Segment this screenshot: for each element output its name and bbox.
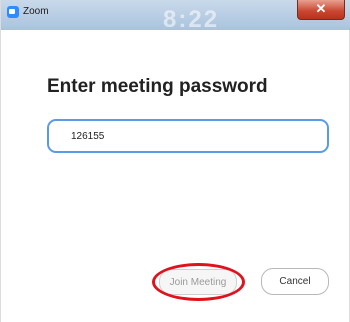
cancel-button[interactable]: Cancel <box>261 268 329 295</box>
title-bar: 8:22 Zoom ✕ <box>1 0 350 30</box>
dialog-heading: Enter meeting password <box>47 76 268 97</box>
close-button[interactable]: ✕ <box>297 0 345 20</box>
window-title: Zoom <box>23 6 49 17</box>
zoom-password-dialog: 8:22 Zoom ✕ Enter meeting password Join … <box>0 0 350 322</box>
zoom-app-icon <box>7 6 19 18</box>
background-clock-text: 8:22 <box>163 6 220 30</box>
close-icon: ✕ <box>315 1 327 16</box>
join-meeting-button[interactable]: Join Meeting <box>159 269 237 295</box>
password-input[interactable] <box>47 119 329 153</box>
